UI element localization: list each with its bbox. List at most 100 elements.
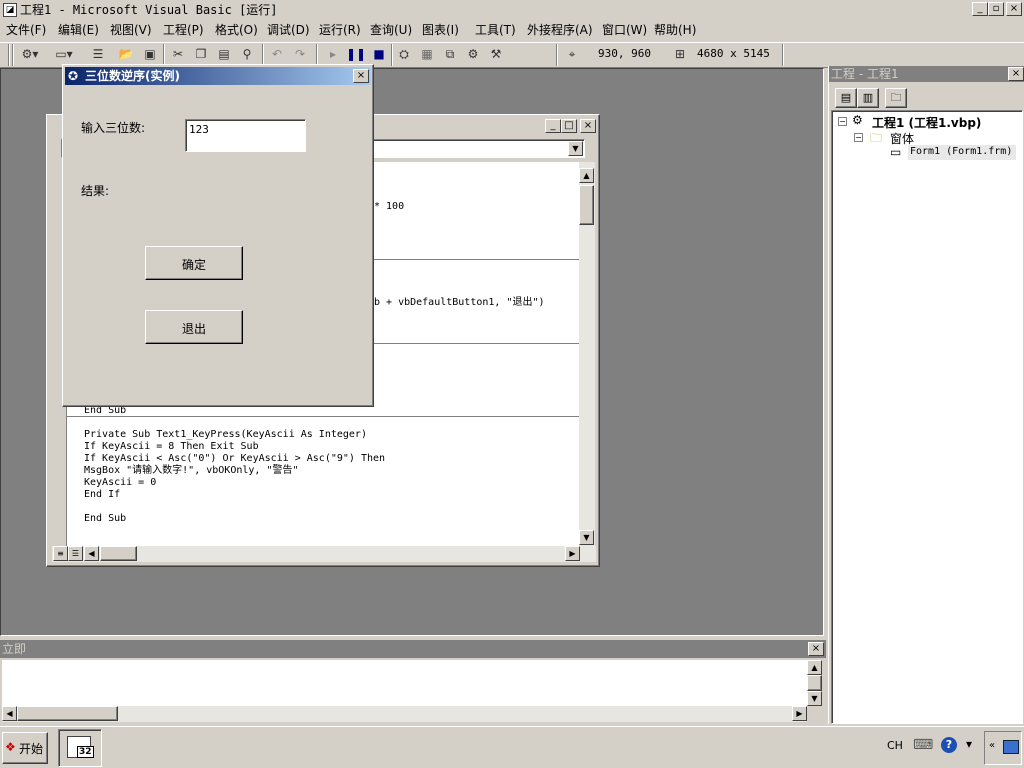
menu-edit[interactable]: 编辑(E) bbox=[54, 20, 103, 40]
toolbar-sep bbox=[391, 44, 393, 66]
menu-tools[interactable]: 工具(T) bbox=[471, 20, 520, 40]
undo-icon[interactable]: ↶ bbox=[267, 44, 287, 64]
menu-file[interactable]: 文件(F) bbox=[2, 20, 50, 40]
tray-options-icon[interactable]: ▾ bbox=[966, 737, 972, 751]
procedure-view-icon[interactable]: ≡ bbox=[53, 546, 68, 561]
number-input-value: 123 bbox=[189, 123, 209, 136]
open-project-icon[interactable]: 📂 bbox=[116, 44, 136, 64]
help-icon[interactable]: ? bbox=[941, 737, 957, 753]
tree-collapse-icon[interactable]: − bbox=[854, 133, 863, 142]
toggle-folders-icon[interactable]: 🗀 bbox=[885, 88, 907, 108]
tray-expand-icon[interactable]: « bbox=[989, 740, 995, 751]
tree-form-item[interactable]: Form1 (Form1.frm) bbox=[908, 145, 1016, 160]
network-icon[interactable] bbox=[1003, 740, 1019, 754]
form-layout-icon[interactable]: ⧉ bbox=[440, 44, 460, 64]
toolbar-sep bbox=[782, 44, 784, 66]
menu-addins[interactable]: 外接程序(A) bbox=[523, 20, 597, 40]
immediate-titlebar: 立即 × bbox=[0, 640, 826, 658]
immediate-vscroll-thumb[interactable] bbox=[807, 675, 822, 691]
result-label: 结果: bbox=[81, 184, 110, 198]
menu-debug[interactable]: 调试(D) bbox=[263, 20, 314, 40]
code-maximize-button[interactable]: □ bbox=[561, 119, 577, 133]
find-icon[interactable]: ⚲ bbox=[237, 44, 257, 64]
paste-icon[interactable]: ▤ bbox=[214, 44, 234, 64]
menu-help[interactable]: 帮助(H) bbox=[650, 20, 700, 40]
code-hscroll-thumb[interactable] bbox=[100, 546, 137, 561]
main-restore-button[interactable]: ▫ bbox=[988, 2, 1004, 16]
code-fragment-1: * 100 bbox=[374, 201, 405, 212]
object-browser-icon[interactable]: ⚙ bbox=[463, 44, 483, 64]
immediate-hscrollbar[interactable] bbox=[2, 706, 807, 722]
immediate-editor[interactable] bbox=[2, 660, 807, 706]
menu-run[interactable]: 运行(R) bbox=[315, 20, 365, 40]
code-scroll-right[interactable]: ▶ bbox=[565, 546, 580, 561]
add-project-icon[interactable]: ⚙▾ bbox=[20, 44, 40, 64]
toolbar-sep bbox=[262, 44, 264, 66]
code-scroll-down[interactable]: ▼ bbox=[579, 530, 594, 545]
immediate-scroll-left[interactable]: ◀ bbox=[2, 706, 17, 721]
properties-window-icon[interactable]: ▦ bbox=[417, 44, 437, 64]
procedure-dropdown-arrow[interactable]: ▼ bbox=[568, 141, 583, 156]
cut-icon[interactable]: ✂ bbox=[168, 44, 188, 64]
code-scroll-thumb[interactable] bbox=[579, 185, 594, 225]
start-button[interactable]: ❖ 开始 bbox=[2, 732, 48, 764]
number-input[interactable]: 123 bbox=[185, 119, 306, 152]
redo-icon[interactable]: ↷ bbox=[290, 44, 310, 64]
full-module-view-icon[interactable]: ☰ bbox=[68, 546, 83, 561]
ok-button[interactable]: 确定 bbox=[145, 246, 243, 280]
copy-icon[interactable]: ❐ bbox=[191, 44, 211, 64]
immediate-title: 立即 bbox=[2, 642, 27, 656]
taskbar-app-button[interactable]: 32 bbox=[58, 729, 102, 767]
menu-view[interactable]: 视图(V) bbox=[106, 20, 156, 40]
code-fragment-2: b + vbDefaultButton1, "退出") bbox=[374, 297, 545, 308]
code-scroll-left[interactable]: ◀ bbox=[84, 546, 99, 561]
immediate-close-button[interactable]: × bbox=[808, 642, 824, 656]
code-line: End Sub bbox=[84, 513, 127, 524]
exit-button-label: 退出 bbox=[181, 322, 206, 336]
end-icon[interactable]: ■ bbox=[369, 44, 389, 64]
menu-window[interactable]: 窗口(W) bbox=[598, 20, 651, 40]
start-button-label: 开始 bbox=[19, 742, 44, 756]
system-tray: « bbox=[984, 731, 1022, 765]
project-titlebar: 工程 - 工程1 × bbox=[829, 66, 1024, 82]
proc-separator bbox=[67, 416, 579, 417]
start-icon[interactable]: ▸ bbox=[323, 44, 343, 64]
save-project-icon[interactable]: ▣ bbox=[140, 44, 160, 64]
main-minimize-button[interactable]: _ bbox=[972, 2, 988, 16]
toolbar-sep bbox=[163, 44, 165, 66]
immediate-scroll-right[interactable]: ▶ bbox=[792, 706, 807, 721]
menu-diagram[interactable]: 图表(I) bbox=[418, 20, 463, 40]
menu-format[interactable]: 格式(O) bbox=[211, 20, 262, 40]
position-icon: ⌖ bbox=[568, 47, 576, 61]
project-explorer-icon[interactable]: ⛭ bbox=[394, 44, 414, 64]
exit-button[interactable]: 退出 bbox=[145, 310, 243, 344]
project-icon: ⚙ bbox=[852, 113, 863, 127]
menu-query[interactable]: 查询(U) bbox=[366, 20, 416, 40]
menu-bar: 文件(F) 编辑(E) 视图(V) 工程(P) 格式(O) 调试(D) 运行(R… bbox=[0, 20, 1024, 40]
main-window-title: 工程1 - Microsoft Visual Basic [运行] bbox=[20, 3, 278, 17]
toolbox-icon[interactable]: ⚒ bbox=[486, 44, 506, 64]
code-scroll-up[interactable]: ▲ bbox=[579, 168, 594, 183]
running-form: ✪ 三位数逆序(实例) × 输入三位数: 123 结果: 确定 退出 bbox=[62, 64, 374, 407]
immediate-scroll-down[interactable]: ▼ bbox=[807, 691, 822, 706]
ime-indicator[interactable]: CH bbox=[887, 739, 903, 752]
input-label: 输入三位数: bbox=[81, 121, 146, 135]
tree-collapse-icon[interactable]: − bbox=[838, 117, 847, 126]
toolbar-sep bbox=[316, 44, 318, 66]
immediate-hscroll-thumb[interactable] bbox=[17, 706, 118, 721]
form-close-button[interactable]: × bbox=[353, 69, 369, 83]
view-code-icon[interactable]: ▤ bbox=[835, 88, 857, 108]
menu-editor-icon[interactable]: ☰ bbox=[88, 44, 108, 64]
code-close-button[interactable]: × bbox=[580, 119, 596, 133]
main-close-button[interactable]: × bbox=[1006, 2, 1022, 16]
add-form-icon[interactable]: ▭▾ bbox=[54, 44, 74, 64]
project-close-button[interactable]: × bbox=[1008, 67, 1024, 81]
break-icon[interactable]: ❚❚ bbox=[346, 44, 366, 64]
immediate-scroll-up[interactable]: ▲ bbox=[807, 660, 822, 675]
code-minimize-button[interactable]: _ bbox=[545, 119, 561, 133]
menu-project[interactable]: 工程(P) bbox=[159, 20, 208, 40]
keyboard-icon[interactable]: ⌨ bbox=[913, 737, 933, 753]
view-object-icon[interactable]: ▥ bbox=[857, 88, 879, 108]
immediate-window: 立即 × ▲ ▼ ◀ ▶ bbox=[0, 640, 826, 724]
tree-project-root[interactable]: 工程1 (工程1.vbp) bbox=[872, 114, 981, 131]
